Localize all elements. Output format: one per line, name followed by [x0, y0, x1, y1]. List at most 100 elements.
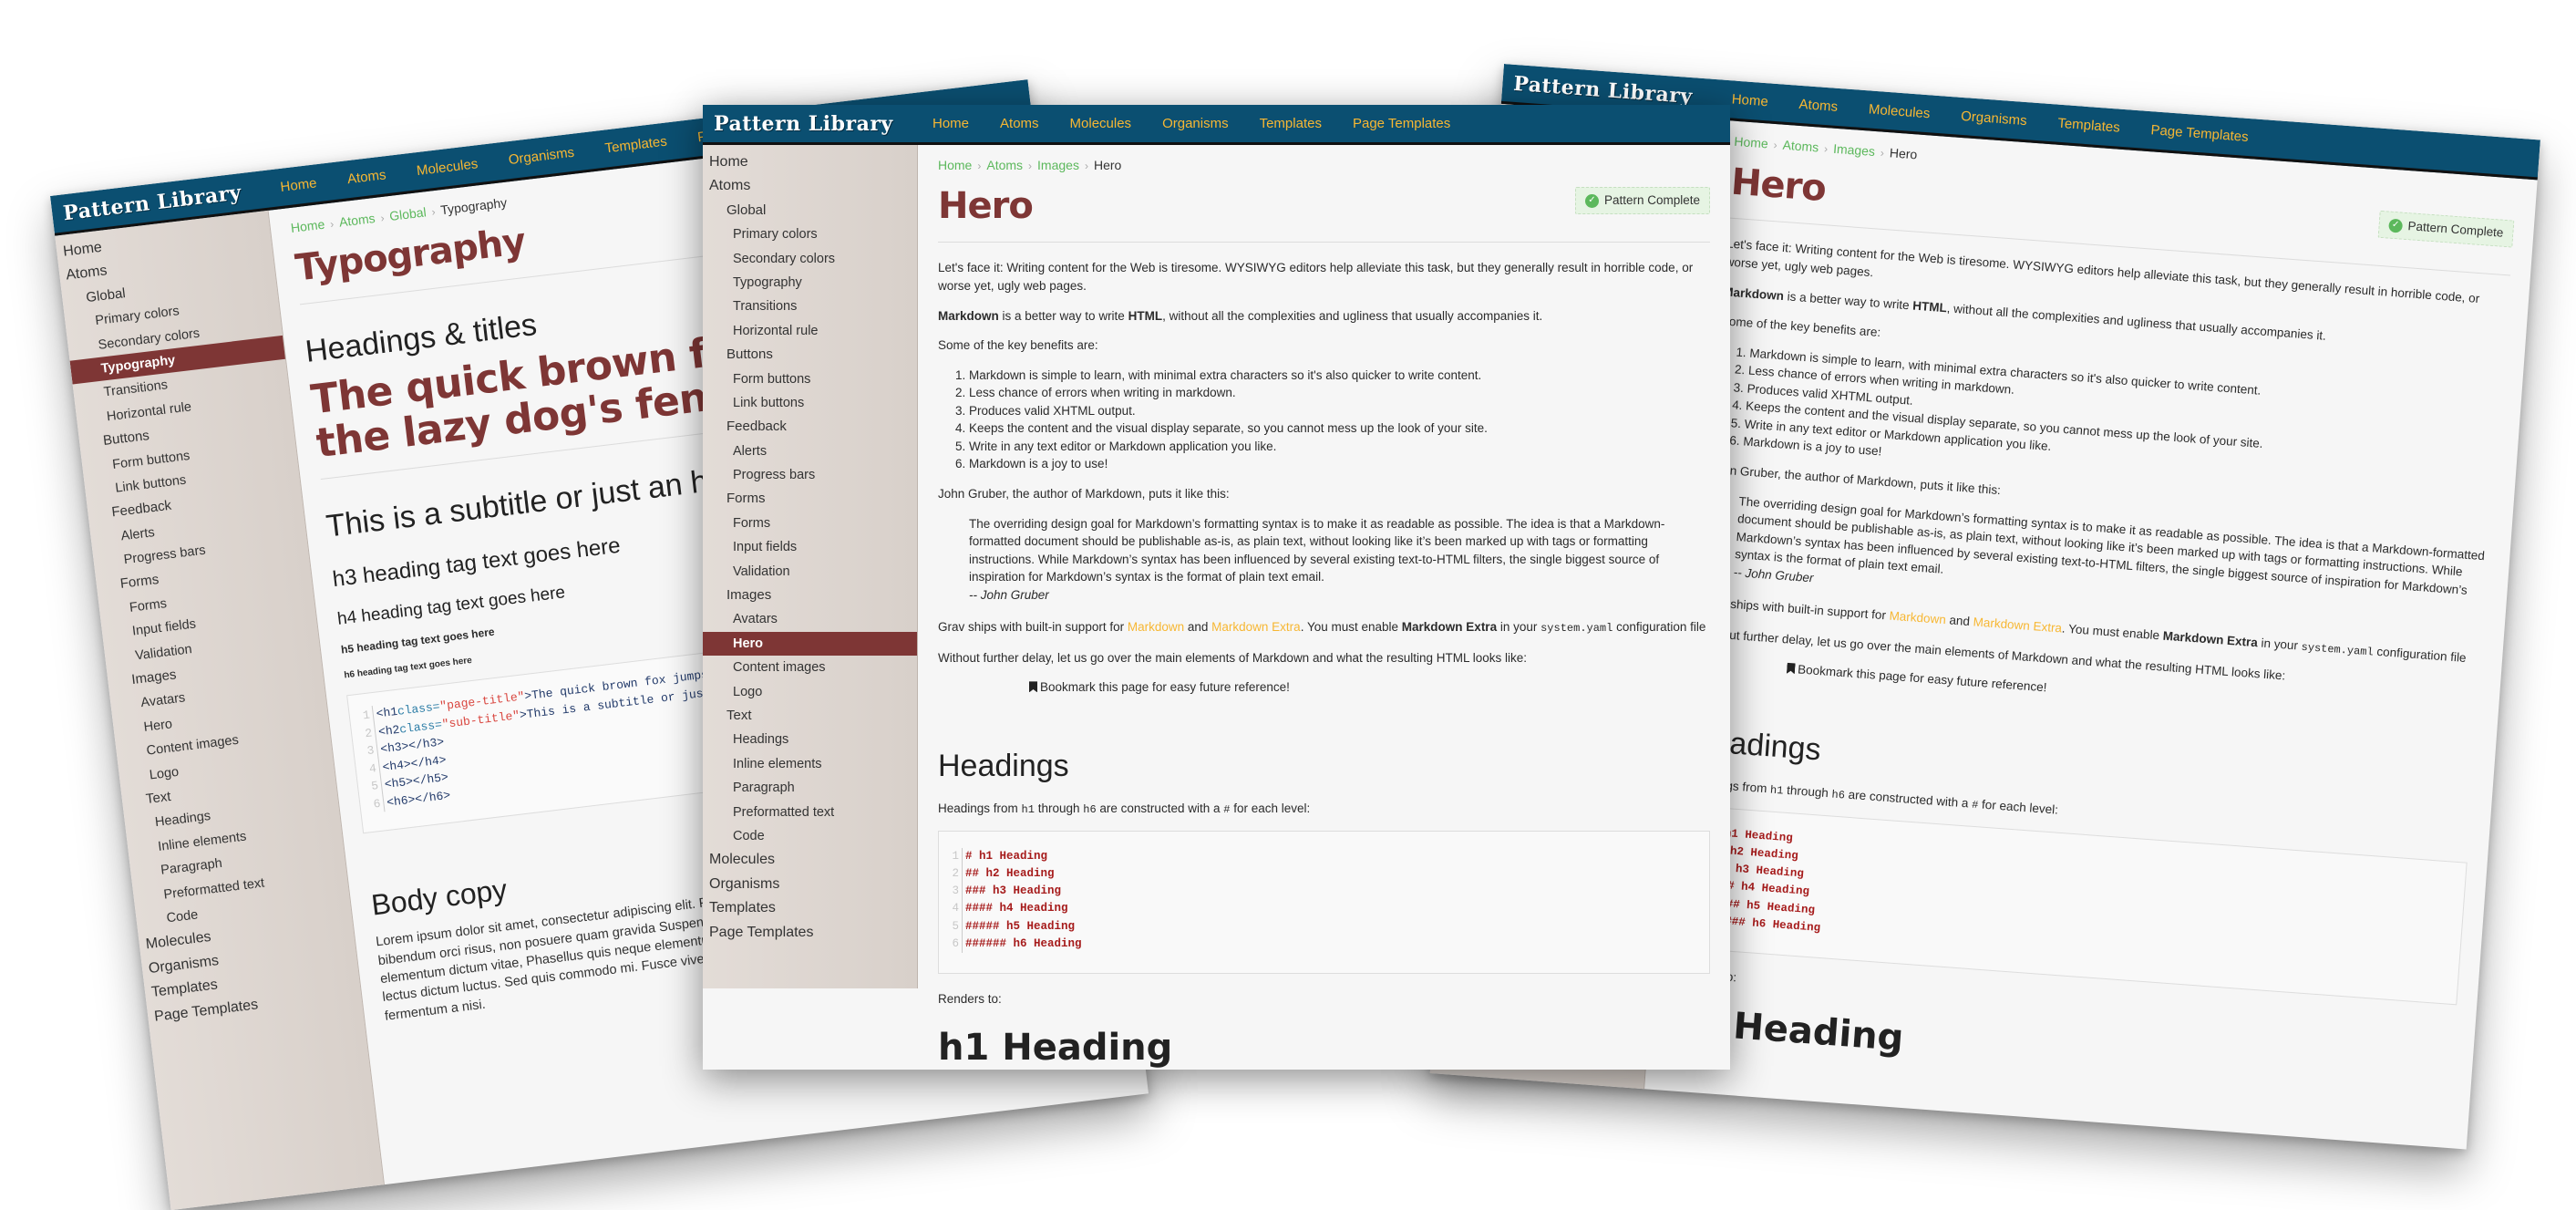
text: through	[1034, 801, 1084, 816]
sidebar-item-molecules[interactable]: Molecules	[703, 848, 917, 872]
logo[interactable]: Pattern Library	[703, 112, 922, 136]
sidebar-item-progress-bars[interactable]: Progress bars	[703, 463, 917, 487]
markdown-extra-link[interactable]: Markdown Extra	[1973, 615, 2062, 636]
topnav-templates[interactable]: Templates	[604, 134, 668, 157]
topnav-templates[interactable]: Templates	[1260, 116, 1322, 131]
topnav-organisms[interactable]: Organisms	[508, 145, 575, 168]
line-number: 5	[952, 917, 963, 936]
sidebar-item-organisms[interactable]: Organisms	[703, 873, 917, 896]
topnav-atoms[interactable]: Atoms	[1000, 116, 1039, 131]
text: configuration file	[2373, 644, 2468, 666]
markdown-link[interactable]: Markdown	[1889, 609, 1946, 627]
breadcrumb-current: Hero	[1889, 145, 1918, 162]
topnav-molecules[interactable]: Molecules	[1070, 116, 1132, 131]
bookmark-text: Bookmark this page for easy future refer…	[1040, 680, 1290, 695]
line-number: 4	[952, 900, 963, 918]
sidebar-item-typography[interactable]: Typography	[703, 271, 917, 295]
bookmark-text: Bookmark this page for easy future refer…	[1797, 662, 2047, 695]
sidebar-item-buttons[interactable]: Buttons	[703, 343, 917, 367]
sidebar-item-images[interactable]: Images	[703, 584, 917, 607]
topnav-home[interactable]: Home	[1731, 91, 1768, 109]
markdown-paragraph: Markdown is a better way to write HTML, …	[938, 307, 1710, 326]
topnav-organisms[interactable]: Organisms	[1961, 109, 2028, 129]
sidebar-item-preformatted-text[interactable]: Preformatted text	[703, 801, 917, 824]
topnav-page-templates[interactable]: Page Templates	[2150, 122, 2249, 145]
sidebar-item-hero[interactable]: Hero	[703, 631, 917, 657]
page-title: Hero	[1729, 161, 1828, 211]
markdown-extra-link[interactable]: Markdown Extra	[1211, 620, 1301, 634]
text: and	[1184, 620, 1212, 635]
breadcrumb-link[interactable]: Atoms	[338, 211, 376, 230]
breadcrumb-link[interactable]: Atoms	[1782, 138, 1819, 155]
sidebar-item-input-fields[interactable]: Input fields	[703, 535, 917, 559]
breadcrumb-current: Typography	[439, 194, 508, 218]
sidebar-item-primary-colors[interactable]: Primary colors	[703, 222, 917, 246]
sidebar-item-transitions[interactable]: Transitions	[703, 295, 917, 318]
sidebar-item-page-templates[interactable]: Page Templates	[703, 921, 917, 945]
sidebar-item-secondary-colors[interactable]: Secondary colors	[703, 247, 917, 271]
sidebar-item-logo[interactable]: Logo	[703, 680, 917, 704]
line-number: 6	[372, 793, 386, 813]
sidebar-item-home[interactable]: Home	[703, 150, 917, 174]
html-bold: HTML	[1911, 298, 1948, 315]
breadcrumb-link[interactable]: Images	[1037, 158, 1079, 172]
topnav-molecules[interactable]: Molecules	[416, 156, 479, 179]
sidebar-item-link-buttons[interactable]: Link buttons	[703, 391, 917, 415]
chevron-right-icon: ›	[379, 211, 386, 225]
sidebar-item-code[interactable]: Code	[703, 824, 917, 848]
topnav-home[interactable]: Home	[280, 175, 318, 195]
breadcrumb-link[interactable]: Images	[1833, 141, 1876, 159]
sidebar-item-global[interactable]: Global	[703, 199, 917, 222]
markdown-bold: Markdown	[938, 308, 999, 323]
sidebar-item-atoms[interactable]: Atoms	[703, 174, 917, 198]
sidebar-item-validation[interactable]: Validation	[703, 560, 917, 584]
code-text: ## h2 Heading	[965, 866, 1055, 880]
sidebar-item-templates[interactable]: Templates	[703, 896, 917, 920]
line-number: 1	[952, 847, 963, 865]
sidebar-item-forms[interactable]: Forms	[703, 512, 917, 535]
topnav-organisms[interactable]: Organisms	[1162, 116, 1229, 131]
headings-title: Headings	[938, 748, 1069, 783]
chevron-right-icon: ›	[1823, 141, 1829, 156]
sidebar-item-forms[interactable]: Forms	[703, 487, 917, 511]
sidebar-item-inline-elements[interactable]: Inline elements	[703, 752, 917, 776]
code-line: 4#### h4 Heading	[952, 900, 1696, 918]
chevron-right-icon: ›	[1773, 138, 1778, 152]
markdown-link[interactable]: Markdown	[1128, 620, 1184, 634]
text: Grav ships with built-in support for	[938, 620, 1128, 635]
text: in your	[1497, 620, 1541, 635]
sidebar-item-feedback[interactable]: Feedback	[703, 415, 917, 439]
sidebar-item-alerts[interactable]: Alerts	[703, 440, 917, 463]
topnav-atoms[interactable]: Atoms	[346, 167, 386, 187]
sidebar-item-text[interactable]: Text	[703, 704, 917, 728]
text: for each level:	[1977, 797, 2059, 817]
code-line: 2## h2 Heading	[952, 864, 1696, 884]
renders-to: Renders to:	[938, 992, 1002, 1007]
sidebar-item-horizontal-rule[interactable]: Horizontal rule	[703, 319, 917, 343]
breadcrumb-link[interactable]: Home	[290, 217, 325, 235]
text: Headings from	[938, 801, 1022, 816]
sidebar-item-paragraph[interactable]: Paragraph	[703, 776, 917, 800]
sidebar-item-form-buttons[interactable]: Form buttons	[703, 367, 917, 391]
chevron-right-icon: ›	[1880, 146, 1885, 160]
topnav-page-templates[interactable]: Page Templates	[1353, 116, 1450, 131]
code-text: # h1 Heading	[965, 849, 1048, 863]
topnav-atoms[interactable]: Atoms	[1798, 97, 1839, 115]
line-number: 2	[952, 864, 963, 884]
topnav-molecules[interactable]: Molecules	[1868, 101, 1931, 121]
line-number: 1	[361, 706, 375, 725]
breadcrumb-link[interactable]: Home	[1734, 134, 1768, 151]
check-circle-icon: ✓	[2388, 218, 2404, 233]
breadcrumb-link[interactable]: Global	[388, 204, 427, 223]
breadcrumb-link[interactable]: Atoms	[986, 158, 1023, 172]
topnav-home[interactable]: Home	[933, 116, 969, 131]
sidebar-item-headings[interactable]: Headings	[703, 728, 917, 751]
breadcrumb-link[interactable]: Home	[938, 158, 972, 172]
sidebar-item-content-images[interactable]: Content images	[703, 656, 917, 679]
sidebar-item-avatars[interactable]: Avatars	[703, 607, 917, 631]
text: for each level:	[1230, 801, 1311, 816]
code-line: 3### h3 Heading	[952, 883, 1696, 901]
grav-paragraph: Grav ships with built-in support for Mar…	[938, 618, 1710, 636]
topnav-templates[interactable]: Templates	[2057, 116, 2120, 136]
line-number: 3	[366, 740, 379, 760]
